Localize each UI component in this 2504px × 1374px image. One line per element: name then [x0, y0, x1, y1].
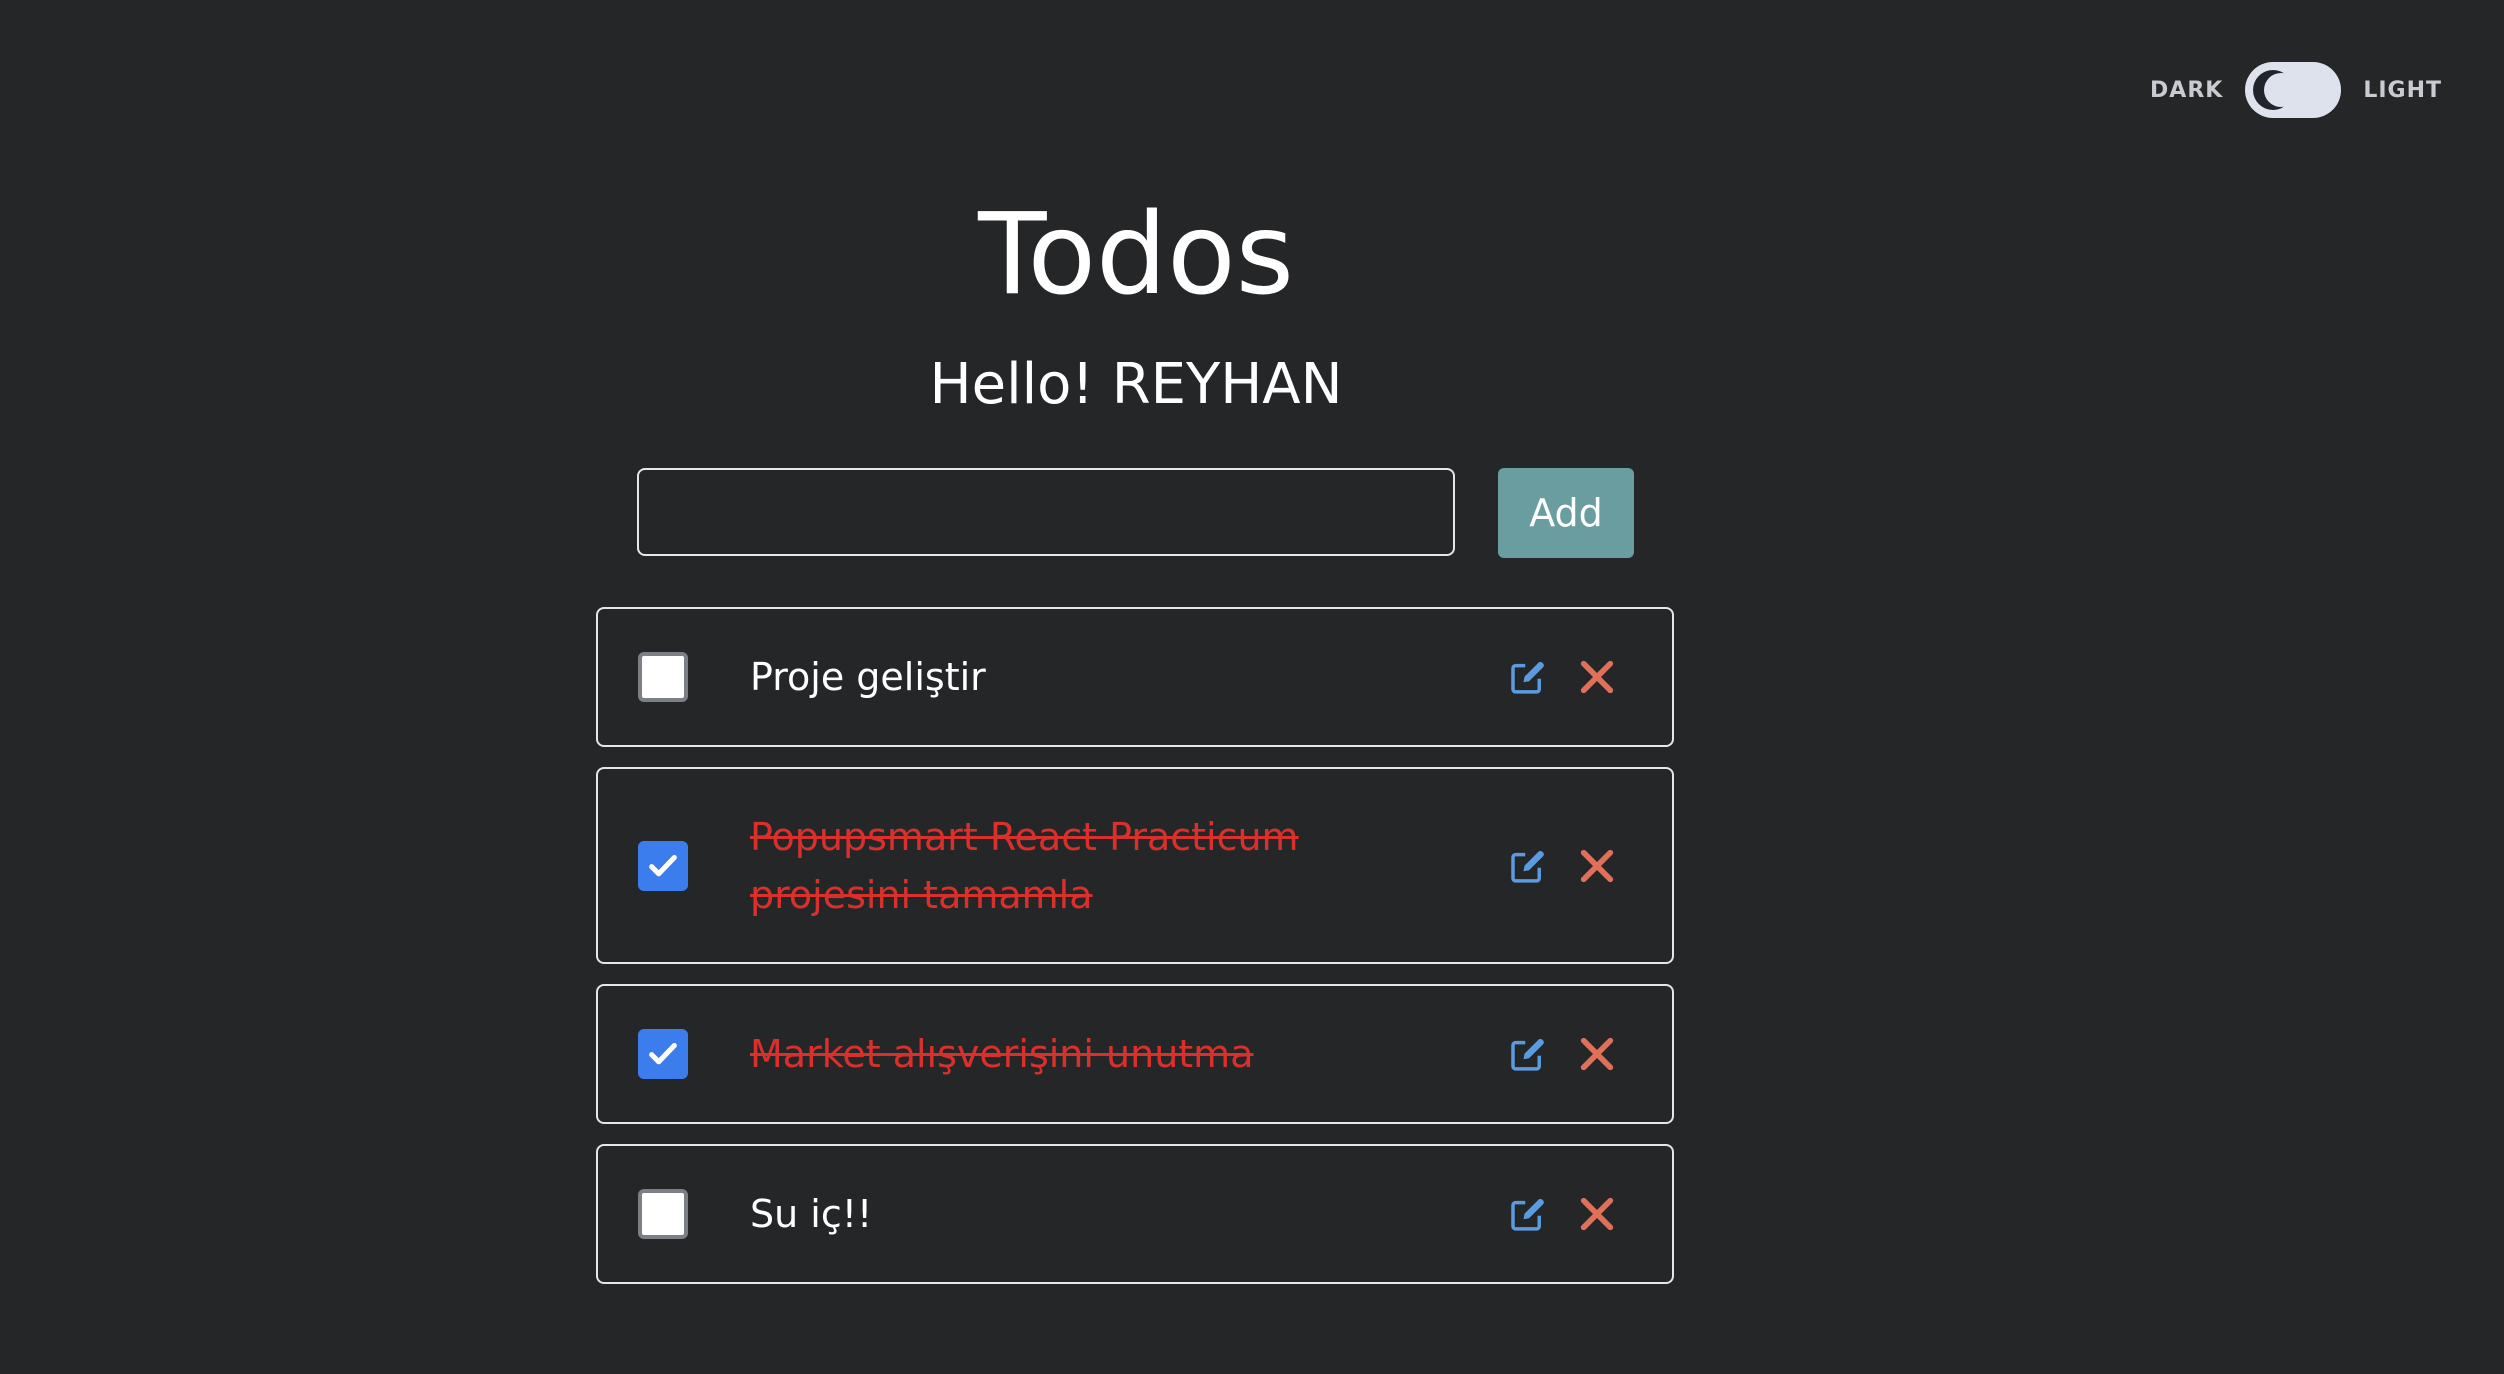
theme-switch[interactable] — [2245, 62, 2342, 118]
todo-actions — [1504, 843, 1620, 889]
edit-icon[interactable] — [1504, 654, 1550, 700]
greeting-text: Hello! REYHAN — [929, 352, 1343, 417]
todo-actions — [1504, 1031, 1620, 1077]
todo-checkbox[interactable] — [638, 1189, 688, 1239]
todo-text: Su iç!! — [750, 1192, 873, 1236]
todo-checkbox[interactable] — [638, 1029, 688, 1079]
close-icon[interactable] — [1574, 654, 1620, 700]
close-icon[interactable] — [1574, 843, 1620, 889]
light-label: LIGHT — [2363, 77, 2442, 103]
edit-icon[interactable] — [1504, 1031, 1550, 1077]
moon-icon — [2253, 70, 2299, 110]
edit-icon[interactable] — [1504, 843, 1550, 889]
page-title: Todos — [978, 190, 1294, 320]
todo-actions — [1504, 1191, 1620, 1237]
todo-actions — [1504, 654, 1620, 700]
todo-item: Su iç!! — [596, 1144, 1674, 1284]
edit-icon[interactable] — [1504, 1191, 1550, 1237]
new-todo-input[interactable] — [637, 468, 1455, 556]
dark-label: DARK — [2150, 77, 2224, 103]
close-icon[interactable] — [1574, 1031, 1620, 1077]
todo-text: Proje geliştir — [750, 655, 986, 699]
close-icon[interactable] — [1574, 1191, 1620, 1237]
todo-list: Proje geliştir Popupsmart React Practicu… — [596, 607, 1674, 1304]
todo-checkbox[interactable] — [638, 840, 688, 891]
todo-text: Popupsmart React Practicum projesini tam… — [750, 814, 1299, 917]
add-button[interactable]: Add — [1498, 468, 1634, 558]
check-icon — [649, 1042, 677, 1065]
check-icon — [649, 854, 677, 876]
todo-checkbox[interactable] — [638, 652, 688, 702]
todo-item: Proje geliştir — [596, 607, 1674, 747]
theme-toggle: DARK LIGHT — [2150, 62, 2442, 118]
todo-item: Popupsmart React Practicum projesini tam… — [596, 767, 1674, 964]
todo-text: Market alışverişini unutma — [750, 1032, 1254, 1076]
todo-item: Market alışverişini unutma — [596, 984, 1674, 1124]
